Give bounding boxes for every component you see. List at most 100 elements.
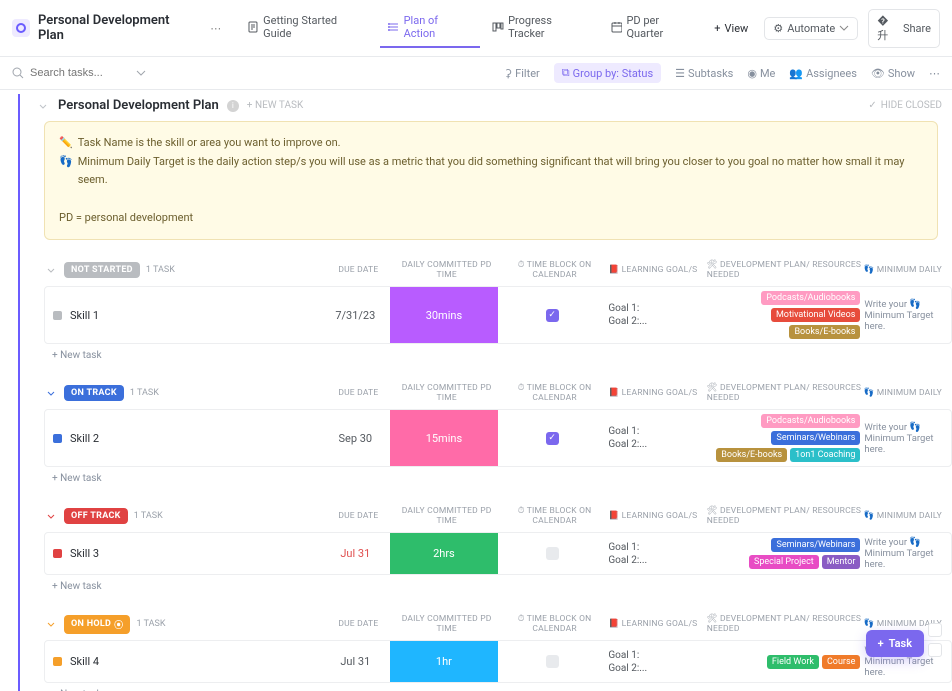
footprints-emoji: 👣: [59, 153, 73, 172]
tag-special[interactable]: Special Project: [749, 555, 819, 569]
task-row[interactable]: Skill 4 Jul 31 1hr Goal 1:Goal 2:... Fie…: [44, 640, 952, 683]
search[interactable]: [12, 67, 172, 79]
plan-cell[interactable]: Podcasts/Audiobooks Motivational Videos Bo…: [705, 287, 863, 343]
tag-seminars[interactable]: Seminars/Webinars: [771, 538, 860, 552]
tag-podcasts[interactable]: Podcasts/Audiobooks: [761, 291, 860, 305]
show-button[interactable]: 👁Show: [871, 67, 915, 80]
goals-cell[interactable]: Goal 1:Goal 2:...: [606, 410, 705, 466]
new-task-row[interactable]: + New task: [44, 683, 952, 691]
status-square[interactable]: [53, 657, 62, 666]
tab-getting-started-guide[interactable]: Getting Started Guide: [239, 8, 375, 48]
tag-coaching[interactable]: 1on1 Coaching: [790, 448, 860, 462]
checkbox[interactable]: ✓: [546, 432, 559, 445]
group-off-track: OFF TRACK 1 TASK DUE DATE DAILY COMMITTE…: [44, 500, 952, 598]
new-task-row[interactable]: + New task: [44, 575, 952, 598]
info-icon[interactable]: i: [227, 100, 239, 112]
col-plan: 🛠 DEVELOPMENT PLAN/ RESOURCES NEEDED: [707, 506, 864, 526]
status-square[interactable]: [53, 434, 62, 443]
collapse-icon[interactable]: [44, 617, 58, 631]
new-task-header[interactable]: + NEW TASK: [247, 100, 303, 111]
due-date[interactable]: 7/31/23: [321, 287, 390, 343]
time-block-cell[interactable]: [498, 533, 606, 574]
assignees-button[interactable]: 👥Assignees: [789, 67, 857, 80]
automate-button[interactable]: ⚙ Automate: [764, 17, 858, 40]
tag-podcasts[interactable]: Podcasts/Audiobooks: [761, 414, 860, 428]
plan-cell[interactable]: Field WorkCourse: [705, 641, 863, 682]
goals-cell[interactable]: Goal 1:Goal 2:...: [606, 533, 705, 574]
task-row[interactable]: Skill 3 Jul 31 2hrs Goal 1:Goal 2:... Se…: [44, 532, 952, 575]
accent-bar: [18, 94, 20, 691]
status-square[interactable]: [53, 549, 62, 558]
collapse-icon[interactable]: [44, 386, 58, 400]
board-icon: [492, 21, 504, 33]
task-row[interactable]: Skill 1 7/31/23 30mins ✓ Goal 1:Goal 2:.…: [44, 286, 952, 344]
share-button[interactable]: �升 Share: [868, 9, 940, 48]
task-name[interactable]: Skill 1: [70, 309, 99, 322]
task-count: 1 TASK: [146, 265, 175, 275]
checkbox[interactable]: ✓: [546, 309, 559, 322]
new-task-row[interactable]: + New task: [44, 467, 952, 490]
time-block-cell[interactable]: [498, 641, 606, 682]
subtasks-icon: ☰: [675, 67, 685, 80]
due-date[interactable]: Jul 31: [321, 533, 390, 574]
status-square[interactable]: [53, 311, 62, 320]
collapse-icon[interactable]: [36, 99, 50, 113]
filter-button[interactable]: ⚳Filter: [504, 67, 540, 80]
collapse-icon[interactable]: [44, 263, 58, 277]
goals-cell[interactable]: Goal 1:Goal 2:...: [606, 287, 705, 343]
time-pill[interactable]: 15mins: [390, 410, 498, 466]
new-task-fab[interactable]: + Task: [866, 630, 924, 657]
checkbox[interactable]: [546, 655, 559, 668]
goals-cell[interactable]: Goal 1:Goal 2:...: [606, 641, 705, 682]
chevron-down-icon[interactable]: [136, 68, 146, 78]
tag-books[interactable]: Books/E-books: [789, 325, 860, 339]
search-input[interactable]: [30, 67, 130, 79]
checkbox[interactable]: [546, 547, 559, 560]
min-target-cell[interactable]: Write your 👣Minimum Target here.: [862, 533, 951, 574]
time-block-cell[interactable]: ✓: [498, 287, 606, 343]
page-title: Personal Development Plan: [38, 13, 198, 43]
tag-field[interactable]: Field Work: [767, 655, 819, 669]
task-name[interactable]: Skill 3: [70, 547, 99, 560]
tag-course[interactable]: Course: [822, 655, 860, 669]
more-button[interactable]: ⋯: [929, 67, 940, 80]
fab-aux-2[interactable]: [928, 643, 942, 657]
status-pill[interactable]: ON HOLD ⦿: [64, 615, 130, 634]
tab-plan-of-action[interactable]: Plan of Action: [380, 8, 480, 48]
group-header: OFF TRACK 1 TASK DUE DATE DAILY COMMITTE…: [44, 500, 952, 532]
collapse-icon[interactable]: [44, 509, 58, 523]
fab-aux-1[interactable]: [928, 623, 942, 637]
tag-books[interactable]: Books/E-books: [716, 448, 787, 462]
min-target-cell[interactable]: Write your 👣Minimum Target here.: [862, 410, 951, 466]
time-pill[interactable]: 2hrs: [390, 533, 498, 574]
group-header: ON TRACK 1 TASK DUE DATE DAILY COMMITTED…: [44, 377, 952, 409]
due-date[interactable]: Sep 30: [321, 410, 390, 466]
groupby-button[interactable]: ⧉Group by: Status: [554, 63, 661, 83]
plan-cell[interactable]: Seminars/Webinars Special ProjectMentor: [705, 533, 863, 574]
task-name[interactable]: Skill 4: [70, 655, 99, 668]
tag-motivational[interactable]: Motivational Videos: [771, 308, 860, 322]
time-pill[interactable]: 30mins: [390, 287, 498, 343]
due-date[interactable]: Jul 31: [321, 641, 390, 682]
min-target-cell[interactable]: Write your 👣Minimum Target here.: [862, 287, 951, 343]
tag-seminars[interactable]: Seminars/Webinars: [771, 431, 860, 445]
hide-closed[interactable]: ✓HIDE CLOSED: [868, 100, 942, 111]
plan-cell[interactable]: Podcasts/Audiobooks Seminars/Webinars Book…: [705, 410, 863, 466]
tab-pd-per-quarter[interactable]: PD per Quarter: [603, 8, 707, 48]
status-pill[interactable]: ON TRACK: [64, 385, 124, 401]
group-not-started: NOT STARTED 1 TASK DUE DATE DAILY COMMIT…: [44, 254, 952, 367]
subtasks-button[interactable]: ☰Subtasks: [675, 67, 733, 80]
time-block-cell[interactable]: ✓: [498, 410, 606, 466]
task-name[interactable]: Skill 2: [70, 432, 99, 445]
tag-mentor[interactable]: Mentor: [822, 555, 861, 569]
me-button[interactable]: ◉Me: [747, 67, 775, 80]
tab-progress-tracker[interactable]: Progress Tracker: [484, 8, 598, 48]
status-pill[interactable]: NOT STARTED: [64, 262, 140, 278]
time-pill[interactable]: 1hr: [390, 641, 498, 682]
add-view[interactable]: + View: [714, 22, 748, 35]
section-header: Personal Development Plan i + NEW TASK ✓…: [24, 90, 952, 121]
more-icon[interactable]: ⋯: [206, 22, 225, 35]
task-row[interactable]: Skill 2 Sep 30 15mins ✓ Goal 1:Goal 2:..…: [44, 409, 952, 467]
new-task-row[interactable]: + New task: [44, 344, 952, 367]
status-pill[interactable]: OFF TRACK: [64, 508, 128, 524]
